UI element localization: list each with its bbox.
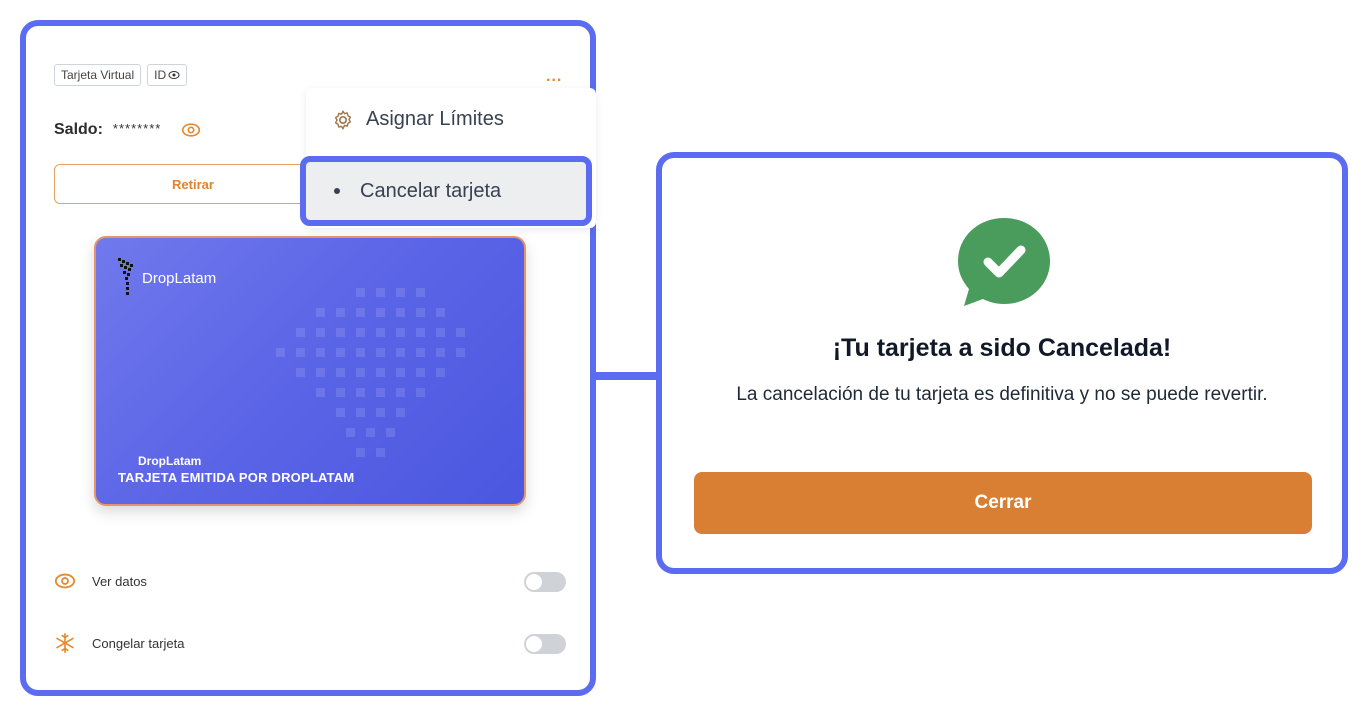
more-menu-button[interactable]: ... — [546, 68, 562, 86]
connector-line — [596, 372, 662, 380]
card-tags: Tarjeta Virtual ID — [54, 64, 188, 86]
gear-icon — [334, 110, 352, 129]
cancel-card-label: Cancelar tarjeta — [360, 179, 502, 202]
check-chat-icon — [958, 218, 1050, 306]
withdraw-button[interactable]: Retirar — [54, 164, 332, 204]
assign-limits-item[interactable]: Asignar Límites — [332, 108, 504, 131]
freeze-card-label: Congelar tarjeta — [92, 635, 185, 651]
freeze-card-row: Congelar tarjeta — [54, 632, 185, 654]
droplatam-logo-icon — [118, 258, 133, 295]
modal-message: La cancelación de tu tarjeta es definiti… — [736, 384, 1268, 405]
view-data-label: Ver datos — [92, 573, 147, 589]
card-brand: DropLatam — [118, 258, 216, 298]
card-holder: DropLatam — [138, 454, 202, 468]
eye-icon[interactable] — [181, 120, 201, 140]
view-data-toggle[interactable] — [524, 572, 566, 592]
balance-value: ******** — [112, 120, 162, 136]
cancellation-success-modal: ¡Tu tarjeta a sido Cancelada! La cancela… — [656, 152, 1348, 574]
card-brand-name: DropLatam — [142, 269, 217, 287]
bullet-icon — [334, 188, 340, 194]
cancel-card-item[interactable]: Cancelar tarjeta — [300, 156, 592, 226]
card-pattern — [276, 288, 465, 457]
assign-limits-label: Asignar Límites — [366, 108, 504, 130]
virtual-card-tag: Tarjeta Virtual — [54, 64, 142, 86]
virtual-card-image: DropLatam DropLatam TARJETA EMITIDA POR … — [94, 236, 526, 506]
eye-icon — [168, 71, 180, 79]
id-tag-label: ID — [154, 68, 167, 82]
card-options-dropdown: Asignar Límites Cancelar tarjeta — [300, 88, 596, 228]
close-button[interactable]: Cerrar — [694, 472, 1312, 534]
card-issuer: TARJETA EMITIDA POR DROPLATAM — [118, 470, 355, 485]
id-tag[interactable]: ID — [147, 64, 188, 86]
balance-label: Saldo: — [54, 121, 103, 138]
eye-icon — [54, 573, 76, 589]
view-data-row: Ver datos — [54, 570, 147, 592]
balance: Saldo: ******** — [54, 120, 201, 140]
modal-title: ¡Tu tarjeta a sido Cancelada! — [832, 334, 1172, 362]
virtual-card-panel: Tarjeta Virtual ID ... Saldo: ******** R… — [20, 20, 596, 696]
freeze-card-toggle[interactable] — [524, 634, 566, 654]
snowflake-icon — [56, 633, 74, 653]
